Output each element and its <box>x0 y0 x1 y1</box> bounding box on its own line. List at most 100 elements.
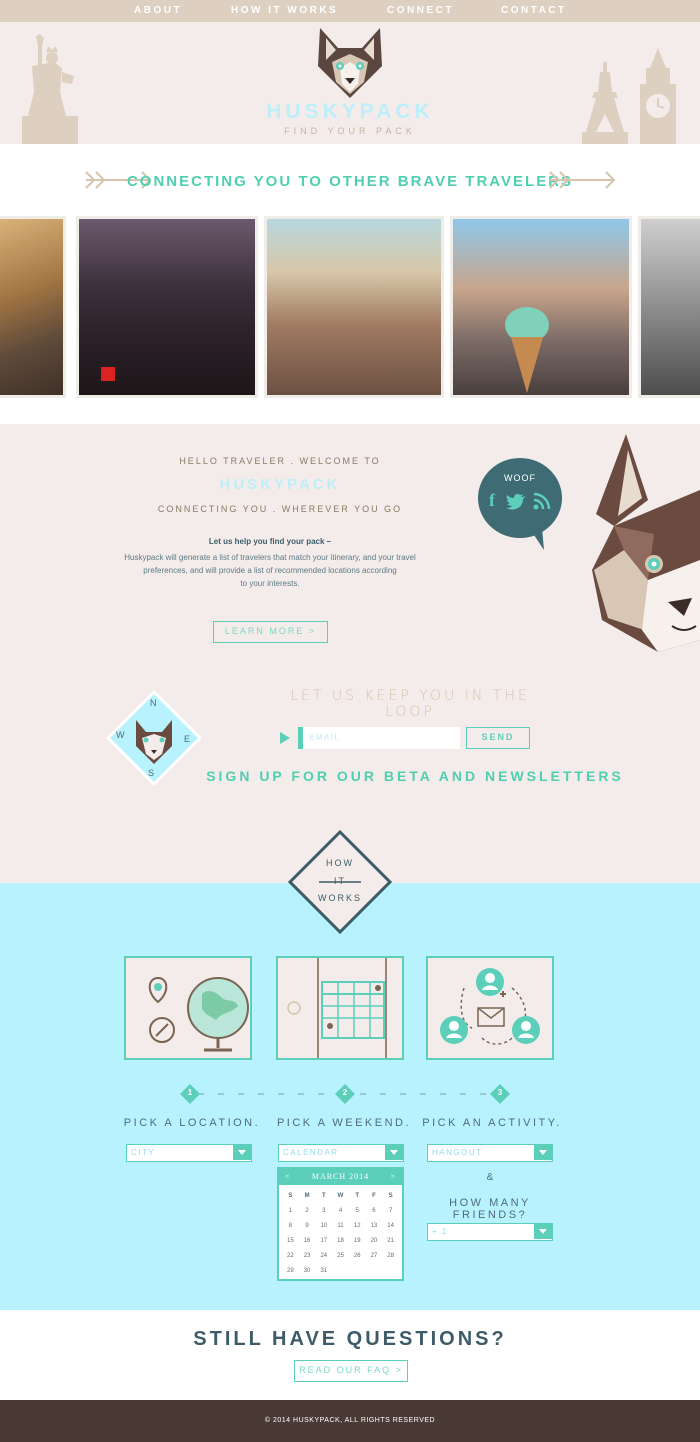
compass-w: W <box>116 730 125 740</box>
calendar-day[interactable]: 25 <box>332 1249 349 1264</box>
calendar-day[interactable]: 27 <box>366 1249 383 1264</box>
ice-cream-photo[interactable] <box>450 216 632 398</box>
calendar-day[interactable]: 28 <box>382 1249 399 1264</box>
friends-network-icon <box>440 968 540 1045</box>
husky-logo-icon[interactable] <box>312 26 388 100</box>
learn-more-button[interactable]: LEARN MORE > <box>213 621 328 643</box>
badge-works: WORKS <box>317 893 362 903</box>
calendar-day[interactable]: 17 <box>315 1234 332 1249</box>
step-number-2: 2 <box>342 1088 348 1097</box>
nav-about[interactable]: ABOUT <box>134 0 182 22</box>
compass-n: N <box>150 698 157 708</box>
arrow-right-icon <box>549 171 616 189</box>
calendar-day[interactable]: 16 <box>299 1234 316 1249</box>
calendar-day[interactable]: 14 <box>382 1219 399 1234</box>
party-photo[interactable] <box>76 216 258 398</box>
party-photo-sticker <box>101 367 115 381</box>
rss-icon[interactable] <box>533 492 551 510</box>
step-label-weekend: PICK A WEEKEND. <box>276 1117 412 1129</box>
beach-photo[interactable] <box>638 216 700 398</box>
welcome-name: HUSKYPACK <box>219 476 341 493</box>
calendar-day[interactable]: 26 <box>349 1249 366 1264</box>
play-arrow-icon <box>280 732 290 744</box>
calendar-dow: F <box>372 1193 376 1199</box>
calendar-day[interactable]: 11 <box>332 1219 349 1234</box>
top-nav: ABOUT HOW IT WORKS CONNECT CONTACT <box>0 0 700 22</box>
questions-section <box>0 1310 700 1400</box>
location-card <box>124 956 252 1060</box>
calendar-day[interactable]: 21 <box>382 1234 399 1249</box>
step-number-1: 1 <box>187 1088 193 1097</box>
calendar-day[interactable]: 3 <box>315 1204 332 1219</box>
street-photo[interactable] <box>0 216 66 398</box>
nav-contact[interactable]: CONTACT <box>501 0 567 22</box>
activity-card <box>426 956 554 1060</box>
calendar-day[interactable]: 12 <box>349 1219 366 1234</box>
calendar-day[interactable]: 8 <box>282 1219 299 1234</box>
calendar-header: < MARCH 2014 > <box>279 1169 402 1185</box>
calendar-day[interactable]: 24 <box>315 1249 332 1264</box>
city-select[interactable]: CITY <box>126 1144 252 1162</box>
calendar-select[interactable]: CALENDAR <box>278 1144 404 1162</box>
friends-select-value: + 1 <box>432 1227 448 1236</box>
calendar-dow: S <box>288 1193 293 1199</box>
calendar-day[interactable]: 31 <box>315 1264 332 1279</box>
compass-e: E <box>184 734 191 744</box>
step-number-3: 3 <box>497 1088 503 1097</box>
chevron-down-icon <box>534 1224 552 1239</box>
activity-select[interactable]: HANGOUT <box>427 1144 553 1162</box>
calendar-day[interactable]: 9 <box>299 1219 316 1234</box>
newsletter-heading: LET US KEEP YOU IN THE LOOP <box>290 688 530 720</box>
calendar-day[interactable]: 29 <box>282 1264 299 1279</box>
city-select-value: CITY <box>131 1148 156 1157</box>
activity-select-value: HANGOUT <box>432 1148 483 1157</box>
calendar-day[interactable]: 7 <box>382 1204 399 1219</box>
calendar-day[interactable]: 1 <box>282 1204 299 1219</box>
twitter-icon[interactable] <box>506 494 526 510</box>
clock-tower-icon <box>640 48 676 144</box>
calendar-grid: S M T W T F S 1 2 3 4 5 6 7 8 9 10 11 12 13 14 15 16 17 18 19 20 21… <box>279 1185 402 1279</box>
calendar-dow: W <box>337 1193 344 1199</box>
weekend-card <box>276 956 404 1060</box>
email-input[interactable]: EMAIL <box>298 727 460 749</box>
chevron-down-icon <box>233 1145 251 1160</box>
welcome-body-line-3: to your interests. <box>240 579 300 588</box>
group-photo[interactable] <box>264 216 444 398</box>
welcome-hello: HELLO TRAVELER . WELCOME TO <box>179 456 381 466</box>
nav-connect[interactable]: CONNECT <box>387 0 454 22</box>
calendar-day[interactable]: 22 <box>282 1249 299 1264</box>
calendar-dow: T <box>321 1193 326 1199</box>
welcome-body-line-1: Huskypack will generate a list of travel… <box>124 553 416 562</box>
calendar-day[interactable]: 15 <box>282 1234 299 1249</box>
questions-title: STILL HAVE QUESTIONS? <box>193 1328 507 1350</box>
header: HUSKYPACK FIND YOUR PACK <box>0 22 700 144</box>
calendar-prev-button[interactable]: < <box>285 1169 291 1185</box>
calendar-day[interactable]: 10 <box>315 1219 332 1234</box>
calendar-day[interactable]: 30 <box>299 1264 316 1279</box>
calendar-day[interactable]: 2 <box>299 1204 316 1219</box>
calendar-day[interactable]: 5 <box>349 1204 366 1219</box>
step-label-location: PICK A LOCATION. <box>123 1117 261 1129</box>
faq-button[interactable]: READ OUR FAQ > <box>294 1360 408 1382</box>
calendar-next-button[interactable]: > <box>390 1169 396 1185</box>
eiffel-tower-icon <box>582 62 628 144</box>
badge-it: IT <box>334 876 346 886</box>
chevron-down-icon <box>534 1145 552 1160</box>
calendar-day[interactable]: 18 <box>332 1234 349 1249</box>
chevron-down-icon <box>385 1145 403 1160</box>
calendar-dow: M <box>304 1193 310 1199</box>
calendar-day[interactable]: 13 <box>366 1219 383 1234</box>
husky-mascot-icon <box>592 434 700 652</box>
calendar-day[interactable]: 19 <box>349 1234 366 1249</box>
calendar-day[interactable]: 6 <box>366 1204 383 1219</box>
ampersand: & <box>486 1172 494 1183</box>
calendar-day[interactable]: 23 <box>299 1249 316 1264</box>
friends-select[interactable]: + 1 <box>427 1223 553 1241</box>
calendar-day[interactable]: 4 <box>332 1204 349 1219</box>
calendar-day[interactable]: 20 <box>366 1234 383 1249</box>
send-button[interactable]: SEND <box>466 727 530 749</box>
nav-how-it-works[interactable]: HOW IT WORKS <box>231 0 338 22</box>
facebook-icon[interactable]: f <box>489 490 495 511</box>
globe-icon <box>148 976 249 1052</box>
footer: © 2014 HUSKYPACK, ALL RIGHTS RESERVED <box>0 1400 700 1442</box>
